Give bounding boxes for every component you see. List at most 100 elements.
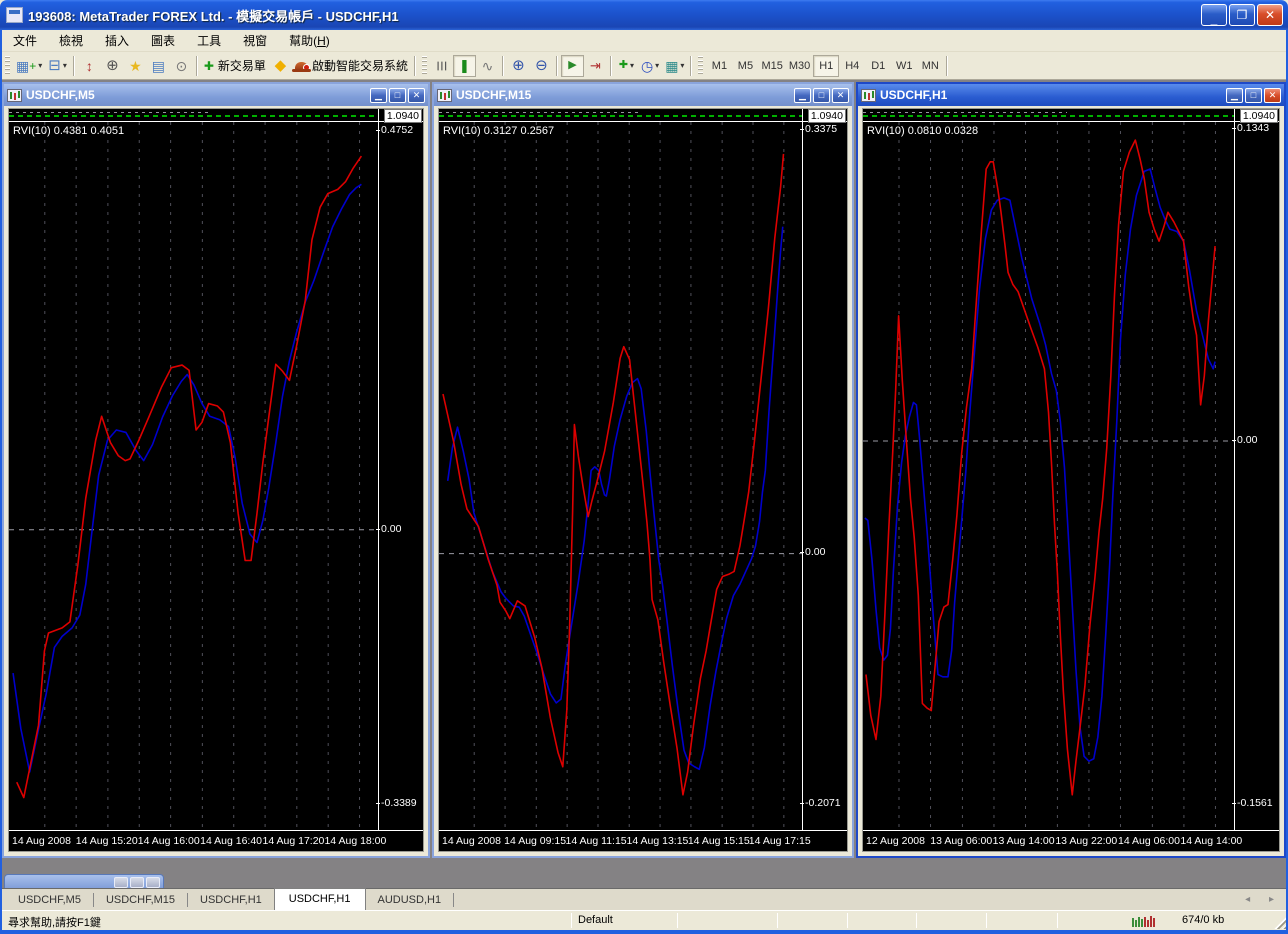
- resize-grip[interactable]: [1272, 914, 1287, 929]
- profiles-button[interactable]: ⊟▾: [45, 55, 70, 77]
- metaeditor-button[interactable]: ◆: [269, 55, 292, 77]
- chart-maximize-button[interactable]: □: [813, 88, 830, 103]
- time-label: 14 Aug 17:20: [262, 835, 324, 847]
- price-pane[interactable]: [439, 109, 802, 122]
- periods-button[interactable]: ◷▾: [638, 55, 662, 77]
- timeframe-m5-button[interactable]: M5: [732, 55, 758, 77]
- toolbar-grip: [698, 56, 703, 76]
- minwin-minimize-button[interactable]: [114, 877, 128, 888]
- minwin-restore-button[interactable]: [130, 877, 144, 888]
- market-watch-button[interactable]: ↕: [78, 55, 101, 77]
- status-profile[interactable]: Default: [578, 914, 613, 926]
- indicator-pane[interactable]: RVI(10) 0.0810 0.0328: [863, 122, 1234, 831]
- timeframe-h4-button[interactable]: H4: [839, 55, 865, 77]
- chart-close-button[interactable]: ✕: [408, 88, 425, 103]
- line-chart-button[interactable]: ∿: [476, 55, 499, 77]
- current-price-label: 1.0940: [808, 109, 846, 123]
- chart-shift-button[interactable]: ⇥: [584, 55, 607, 77]
- bar-chart-button[interactable]: ☰: [430, 55, 453, 77]
- status-separator: [847, 913, 848, 928]
- templates-button[interactable]: ▦▾: [662, 55, 687, 77]
- timeframe-d1-button[interactable]: D1: [865, 55, 891, 77]
- workspace-tab-usdchf-m15[interactable]: USDCHF,M15: [94, 891, 187, 910]
- current-price-label: 1.0940: [384, 109, 422, 123]
- menu-item-6[interactable]: 視窗: [232, 30, 278, 51]
- chart-icon: [7, 89, 22, 102]
- chart-window-usdchf-m5[interactable]: USDCHF,M5 ▁ □ ✕ 1.0940 RVI(10) 0.4381 0.4…: [2, 82, 430, 858]
- expert-advisor-hat-icon: [295, 62, 308, 70]
- new-order-button[interactable]: ✚新交易單: [201, 55, 269, 77]
- menu-item-1[interactable]: 文件: [2, 30, 48, 51]
- scale-bottom-label: -0.1561: [1237, 797, 1273, 809]
- candlestick-button[interactable]: ❚: [453, 55, 476, 77]
- expert-advisor-button[interactable]: 啟動智能交易系統: [292, 55, 411, 77]
- indicator-value-label: RVI(10) 0.4381 0.4051: [13, 125, 124, 137]
- chart-window-titlebar[interactable]: USDCHF,M15 ▁ □ ✕: [434, 84, 852, 106]
- time-axis[interactable]: 12 Aug 200813 Aug 06:0013 Aug 14:0013 Au…: [863, 831, 1279, 851]
- chart-icon: [437, 89, 452, 102]
- market-watch-icon: ↕: [86, 59, 93, 73]
- scale-zero-label: 0.00: [805, 546, 825, 558]
- menu-item-3[interactable]: 插入: [94, 30, 140, 51]
- price-dots: [439, 112, 639, 113]
- indicator-pane[interactable]: RVI(10) 0.4381 0.4051: [9, 122, 378, 831]
- workspace-tab-usdchf-m5[interactable]: USDCHF,M5: [6, 891, 93, 910]
- price-pane[interactable]: [863, 109, 1234, 122]
- workspace-tab-usdchf-h1[interactable]: USDCHF,H1: [274, 888, 366, 910]
- status-separator: [916, 913, 917, 928]
- scale-zero-label: 0.00: [1237, 434, 1257, 446]
- workspace-tab-usdchf-h1[interactable]: USDCHF,H1: [188, 891, 274, 910]
- menu-item-2[interactable]: 檢視: [48, 30, 94, 51]
- status-traffic: 674/0 kb: [1182, 914, 1224, 926]
- rvi-main-line: [17, 156, 362, 797]
- expert-advisor-button-label: 啟動智能交易系統: [312, 57, 408, 74]
- timeframe-m1-button[interactable]: M1: [706, 55, 732, 77]
- chevron-down-icon: ▾: [630, 61, 634, 70]
- menu-item-5[interactable]: 工具: [186, 30, 232, 51]
- indicators-button[interactable]: ✚▾: [615, 55, 638, 77]
- time-label: 13 Aug 06:00: [930, 835, 992, 847]
- chart-window-usdchf-h1[interactable]: USDCHF,H1 ▁ □ ✕ 1.0940RVI(10) 0.0810 0.0…: [856, 82, 1286, 858]
- chart-close-button[interactable]: ✕: [1264, 88, 1281, 103]
- chart-maximize-button[interactable]: □: [1245, 88, 1262, 103]
- time-axis[interactable]: 14 Aug 200814 Aug 09:1514 Aug 11:1514 Au…: [439, 831, 847, 851]
- chart-window-titlebar[interactable]: USDCHF,M5 ▁ □ ✕: [4, 84, 428, 106]
- chart-minimize-button[interactable]: ▁: [1226, 88, 1243, 103]
- tab-scroll-arrows[interactable]: ◂ ▸: [1245, 894, 1282, 905]
- new-order-icon: ✚: [204, 60, 214, 72]
- time-axis[interactable]: 14 Aug 200814 Aug 15:2014 Aug 16:0014 Au…: [9, 831, 423, 851]
- minimized-chart-window[interactable]: [4, 874, 164, 888]
- zoom-in-button[interactable]: ⊕: [507, 55, 530, 77]
- chart-window-title: USDCHF,M5: [26, 88, 95, 102]
- crosshair-button[interactable]: ⊕: [101, 55, 124, 77]
- timeframe-m15-button[interactable]: M15: [758, 55, 785, 77]
- chart-window-titlebar[interactable]: USDCHF,H1 ▁ □ ✕: [858, 84, 1284, 106]
- zoom-out-button[interactable]: ⊖: [530, 55, 553, 77]
- minimize-button[interactable]: _: [1201, 4, 1227, 26]
- close-button[interactable]: ✕: [1257, 4, 1283, 26]
- timeframe-mn-button[interactable]: MN: [917, 55, 943, 77]
- menu-item-7[interactable]: 幫助(H): [278, 30, 341, 51]
- new-chart-button[interactable]: ▦+▾: [13, 55, 45, 77]
- chart-minimize-button[interactable]: ▁: [794, 88, 811, 103]
- minwin-close-button[interactable]: [146, 877, 160, 888]
- timeframe-w1-button[interactable]: W1: [891, 55, 917, 77]
- data-window-button[interactable]: ▤: [147, 55, 170, 77]
- timeframe-h1-button[interactable]: H1: [813, 55, 839, 77]
- price-pane[interactable]: [9, 109, 378, 122]
- timeframe-m30-button[interactable]: M30: [786, 55, 813, 77]
- workspace-tab-audusd-h1[interactable]: AUDUSD,H1: [366, 891, 454, 910]
- tester-button[interactable]: ⊙: [170, 55, 193, 77]
- scale-bottom-label: -0.2071: [805, 797, 841, 809]
- indicator-pane[interactable]: RVI(10) 0.3127 0.2567: [439, 122, 802, 831]
- chart-minimize-button[interactable]: ▁: [370, 88, 387, 103]
- chart-maximize-button[interactable]: □: [389, 88, 406, 103]
- menu-item-4[interactable]: 圖表: [140, 30, 186, 51]
- toolbar-separator: [502, 56, 504, 76]
- maximize-button[interactable]: ❐: [1229, 4, 1255, 26]
- favorites-button[interactable]: ★: [124, 55, 147, 77]
- chart-window-usdchf-m15[interactable]: USDCHF,M15 ▁ □ ✕ 1.0940 RVI(10) 0.3127 0.…: [432, 82, 854, 858]
- auto-scroll-button[interactable]: ▶: [561, 55, 584, 77]
- window-title: 193608: MetaTrader FOREX Ltd. - 模擬交易帳戶 -…: [28, 6, 399, 25]
- chart-close-button[interactable]: ✕: [832, 88, 849, 103]
